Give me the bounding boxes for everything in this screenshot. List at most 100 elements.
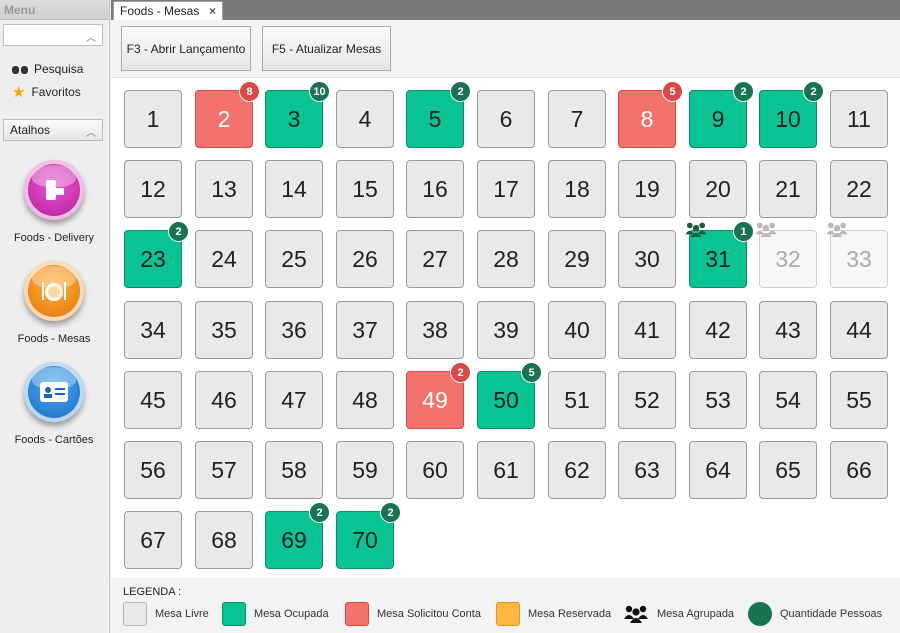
mesa-24[interactable]: 24 [195,230,253,288]
mesa-58[interactable]: 58 [265,441,323,499]
mesa-27[interactable]: 27 [406,230,464,288]
sidebar-item-pesquisa[interactable]: Pesquisa [12,60,83,78]
mesa-number: 35 [211,316,237,343]
shortcut-label: Foods - Mesas [17,333,91,345]
shortcut-foods-mesas[interactable]: Foods - Mesas [0,261,108,345]
refresh-mesas-button[interactable]: F5 - Atualizar Mesas [262,26,391,71]
sidebar-menu-dropdown[interactable]: ︿ [3,24,103,46]
mesa-68[interactable]: 68 [195,511,253,569]
mesa-38[interactable]: 38 [406,301,464,359]
mesa-34[interactable]: 34 [124,301,182,359]
mesa-number: 68 [211,526,237,553]
mesa-11[interactable]: 11 [830,90,888,148]
mesa-17[interactable]: 17 [477,160,535,218]
mesa-12[interactable]: 12 [124,160,182,218]
mesa-number: 30 [634,245,660,272]
mesa-51[interactable]: 51 [548,371,606,429]
mesa-number: 54 [775,386,801,413]
legend-item-conta: Mesa Solicitou Conta [345,602,481,626]
mesa-69[interactable]: 69 2 [265,502,330,569]
mesa-55[interactable]: 55 [830,371,888,429]
mesa-23[interactable]: 23 2 [124,221,189,288]
people-count-badge: 8 [239,81,260,102]
mesa-number: 47 [281,386,307,413]
mesa-49[interactable]: 49 2 [406,362,471,429]
binoculars-icon [12,63,28,75]
mesa-41[interactable]: 41 [618,301,676,359]
mesa-33[interactable]: 33 [826,222,888,288]
mesa-number: 62 [564,456,590,483]
mesa-40[interactable]: 40 [548,301,606,359]
shortcut-foods-delivery[interactable]: Foods - Delivery [0,160,108,244]
mesa-66[interactable]: 66 [830,441,888,499]
mesa-65[interactable]: 65 [759,441,817,499]
mesa-3[interactable]: 3 10 [265,81,330,148]
mesa-56[interactable]: 56 [124,441,182,499]
legend-label: Mesa Agrupada [657,608,735,620]
mesa-20[interactable]: 20 [689,160,747,218]
mesa-32[interactable]: 32 [755,222,817,288]
mesa-1[interactable]: 1 [124,90,182,148]
mesa-44[interactable]: 44 [830,301,888,359]
mesa-5[interactable]: 52 [406,81,471,148]
mesa-14[interactable]: 14 [265,160,323,218]
mesa-number: 43 [775,316,801,343]
mesa-57[interactable]: 57 [195,441,253,499]
mesa-22[interactable]: 22 [830,160,888,218]
mesa-53[interactable]: 53 [689,371,747,429]
mesa-2[interactable]: 28 [195,81,260,148]
mesa-21[interactable]: 21 [759,160,817,218]
mesa-28[interactable]: 28 [477,230,535,288]
shortcuts-section-header[interactable]: Atalhos ︿ [3,119,103,141]
delivery-icon [24,160,84,220]
mesa-46[interactable]: 46 [195,371,253,429]
mesa-35[interactable]: 35 [195,301,253,359]
tab-foods-mesas[interactable]: Foods - Mesas × [113,1,223,21]
open-lancamento-button[interactable]: F3 - Abrir Lançamento [121,26,251,71]
mesa-37[interactable]: 37 [336,301,394,359]
mesa-30[interactable]: 30 [618,230,676,288]
mesa-10[interactable]: 10 2 [759,81,824,148]
mesa-50[interactable]: 50 5 [477,362,542,429]
mesa-18[interactable]: 18 [548,160,606,218]
shortcut-foods-cartoes[interactable]: Foods - Cartões [0,362,108,446]
mesa-29[interactable]: 29 [548,230,606,288]
mesa-47[interactable]: 47 [265,371,323,429]
chevron-up-icon[interactable]: ︿ [86,29,96,44]
mesa-70[interactable]: 70 2 [336,502,401,569]
mesa-number: 45 [140,386,166,413]
mesa-19[interactable]: 19 [618,160,676,218]
mesa-15[interactable]: 15 [336,160,394,218]
chevron-up-icon[interactable]: ︿ [86,124,96,139]
mesa-63[interactable]: 63 [618,441,676,499]
mesa-43[interactable]: 43 [759,301,817,359]
mesa-36[interactable]: 36 [265,301,323,359]
mesa-67[interactable]: 67 [124,511,182,569]
mesa-39[interactable]: 39 [477,301,535,359]
mesa-62[interactable]: 62 [548,441,606,499]
mesa-8[interactable]: 85 [618,81,683,148]
group-people-icon [624,605,648,623]
mesa-52[interactable]: 52 [618,371,676,429]
mesa-26[interactable]: 26 [336,230,394,288]
mesa-7[interactable]: 7 [548,90,606,148]
sidebar-item-favoritos[interactable]: ★ Favoritos [12,83,81,101]
mesa-48[interactable]: 48 [336,371,394,429]
mesa-4[interactable]: 4 [336,90,394,148]
mesa-54[interactable]: 54 [759,371,817,429]
mesa-61[interactable]: 61 [477,441,535,499]
section-title: Atalhos [10,123,51,137]
mesa-42[interactable]: 42 [689,301,747,359]
mesa-number: 7 [570,105,584,132]
mesa-9[interactable]: 92 [689,81,754,148]
mesa-16[interactable]: 16 [406,160,464,218]
close-icon[interactable]: × [209,4,216,18]
mesa-60[interactable]: 60 [406,441,464,499]
mesa-45[interactable]: 45 [124,371,182,429]
mesa-31[interactable]: 31 1 [685,221,754,288]
mesa-13[interactable]: 13 [195,160,253,218]
mesa-59[interactable]: 59 [336,441,394,499]
mesa-6[interactable]: 6 [477,90,535,148]
mesa-25[interactable]: 25 [265,230,323,288]
mesa-64[interactable]: 64 [689,441,747,499]
